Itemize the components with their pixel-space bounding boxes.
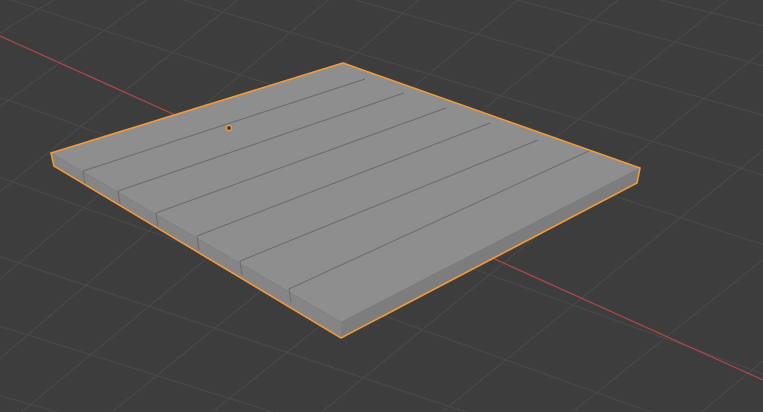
viewport-canvas[interactable] (0, 0, 763, 412)
object-origin-point[interactable] (225, 124, 233, 132)
slab-top-face (51, 63, 640, 322)
3d-viewport[interactable] (0, 0, 763, 412)
